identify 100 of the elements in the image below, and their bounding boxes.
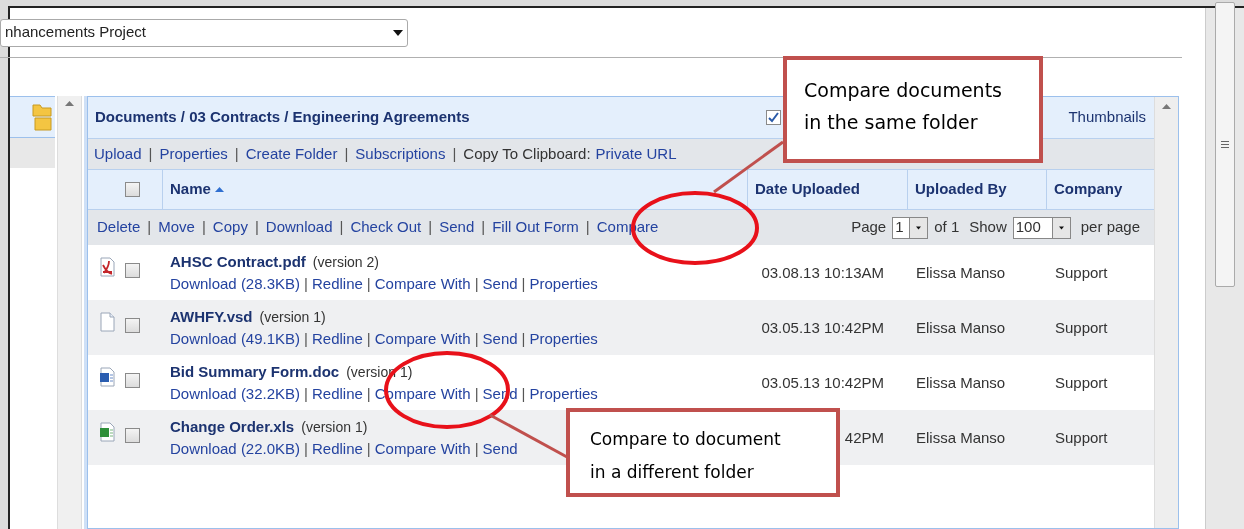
table-cell: 03.05.13 10:42PM — [761, 374, 884, 391]
document-icon — [99, 312, 116, 332]
show-label: Show — [969, 217, 1007, 238]
file-name-link[interactable]: AHSC Contract.pdf — [170, 251, 306, 273]
separator: | — [451, 143, 458, 164]
version-label: (version 1) — [301, 418, 368, 437]
separator: | — [365, 274, 372, 294]
toolbar-link[interactable]: Properties — [159, 142, 228, 166]
table-cell: Support — [1055, 319, 1108, 336]
separator: | — [473, 274, 480, 294]
separator: | — [473, 384, 480, 404]
separator: | — [584, 217, 591, 238]
checkbox[interactable] — [125, 428, 140, 443]
callout-tooltip: Compare documents in the same folder — [783, 56, 1043, 163]
toolbar-link[interactable]: Private URL — [595, 142, 677, 166]
action-link[interactable]: Copy — [212, 216, 248, 239]
checkbox[interactable] — [125, 373, 140, 388]
callout-tooltip: Compare to document in a different folder — [566, 408, 840, 497]
project-select[interactable]: nhancements Project — [0, 18, 408, 47]
separator: | — [520, 274, 527, 294]
separator: | — [233, 143, 240, 164]
thumbnails-label: Thumbnails — [1068, 107, 1146, 128]
file-action-link[interactable]: Compare With — [374, 273, 471, 295]
file-action-link[interactable]: Compare With — [374, 438, 471, 460]
file-name-link[interactable]: AWHFY.vsd — [170, 306, 253, 328]
separator: | — [343, 143, 350, 164]
separator: | — [520, 329, 527, 349]
column-header[interactable]: Company — [1047, 170, 1154, 209]
table-cell: Support — [1055, 429, 1108, 446]
separator: | — [473, 329, 480, 349]
file-action-link[interactable]: Redline — [312, 383, 363, 405]
toolbar-link[interactable]: Subscriptions — [355, 142, 446, 166]
separator: | — [303, 384, 309, 404]
separator: | — [427, 217, 434, 238]
action-link[interactable]: Move — [158, 216, 195, 239]
file-action-link[interactable]: Redline — [312, 273, 363, 295]
word-file-icon — [99, 367, 116, 387]
file-action-link[interactable]: Download (49.1KB) — [170, 328, 301, 350]
sort-ascending-icon — [214, 187, 224, 192]
page-size-select[interactable]: 100 — [1012, 216, 1071, 239]
separator: | — [146, 217, 153, 238]
dropdown-caret-icon — [909, 217, 928, 238]
checkbox[interactable] — [766, 110, 782, 125]
page-label: Page — [851, 217, 887, 238]
version-label: (version 2) — [312, 253, 379, 272]
separator: | — [303, 274, 309, 294]
separator: | — [365, 329, 372, 349]
column-header[interactable]: Name — [163, 170, 748, 209]
action-link[interactable]: Fill Out Form — [492, 216, 579, 239]
separator: | — [365, 384, 372, 404]
separator: | — [365, 439, 372, 459]
file-name-link[interactable]: Change Order.xls — [170, 416, 295, 438]
column-header[interactable]: Uploaded By — [908, 170, 1047, 209]
separator: | — [520, 384, 527, 404]
file-action-link[interactable]: Download (28.3KB) — [170, 273, 301, 295]
table-cell: Support — [1055, 264, 1108, 281]
table-cell: Elissa Manso — [916, 319, 1006, 336]
file-action-link[interactable]: Properties — [529, 383, 598, 405]
file-action-link[interactable]: Properties — [529, 328, 598, 350]
file-action-link[interactable]: Compare With — [374, 328, 471, 350]
file-action-link[interactable]: Redline — [312, 328, 363, 350]
file-action-link[interactable]: Properties — [529, 273, 598, 295]
table-cell: Support — [1055, 374, 1108, 391]
file-action-link[interactable]: Send — [482, 438, 518, 460]
per-page-label: per page — [1080, 217, 1140, 238]
file-action-link[interactable]: Download (22.0KB) — [170, 438, 301, 460]
breadcrumb-title: Documents / 03 Contracts / Engineering Agreements — [95, 107, 470, 128]
table-row[interactable]: AWHFY.vsd (version 1) Download (49.1KB) | Redline | Compare With | Send | Properties 03.05.13 10:42PM Elissa Manso Support — [88, 300, 1154, 355]
version-label: (version 1) — [259, 308, 326, 327]
page-select[interactable]: 1 — [892, 216, 929, 239]
file-action-link[interactable]: Send — [482, 328, 518, 350]
spreadsheet-file-icon — [99, 422, 116, 442]
scroll-up-icon — [1162, 104, 1171, 109]
scrollbar[interactable] — [1154, 97, 1178, 528]
toolbar-link[interactable]: Create Folder — [245, 142, 338, 166]
action-link[interactable]: Download — [265, 216, 333, 239]
action-link[interactable]: Delete — [97, 216, 141, 239]
grip-icon — [1221, 141, 1229, 148]
action-link[interactable]: Send — [439, 216, 475, 239]
file-name-link[interactable]: Bid Summary Form.doc — [170, 361, 340, 383]
action-link[interactable]: Check Out — [350, 216, 422, 239]
checkbox[interactable] — [125, 318, 140, 333]
separator: | — [253, 217, 260, 238]
file-action-link[interactable]: Download (32.2KB) — [170, 383, 301, 405]
file-action-link[interactable]: Redline — [312, 438, 363, 460]
separator: | — [303, 439, 309, 459]
separator: | — [147, 143, 154, 164]
toolbar-link[interactable]: Upload — [94, 142, 142, 166]
column-header[interactable]: Date Uploaded — [748, 170, 908, 209]
scroll-thumb[interactable] — [1215, 2, 1235, 287]
separator: | — [303, 329, 309, 349]
separator: | — [473, 439, 480, 459]
dropdown-caret-icon — [1051, 217, 1070, 238]
dropdown-caret-icon — [393, 29, 403, 36]
scrollbar[interactable] — [57, 96, 82, 529]
file-action-link[interactable]: Send — [482, 273, 518, 295]
table-cell: 03.05.13 10:42PM — [761, 319, 884, 336]
separator: | — [200, 217, 207, 238]
checkbox[interactable] — [125, 263, 140, 278]
checkbox[interactable] — [125, 182, 140, 197]
